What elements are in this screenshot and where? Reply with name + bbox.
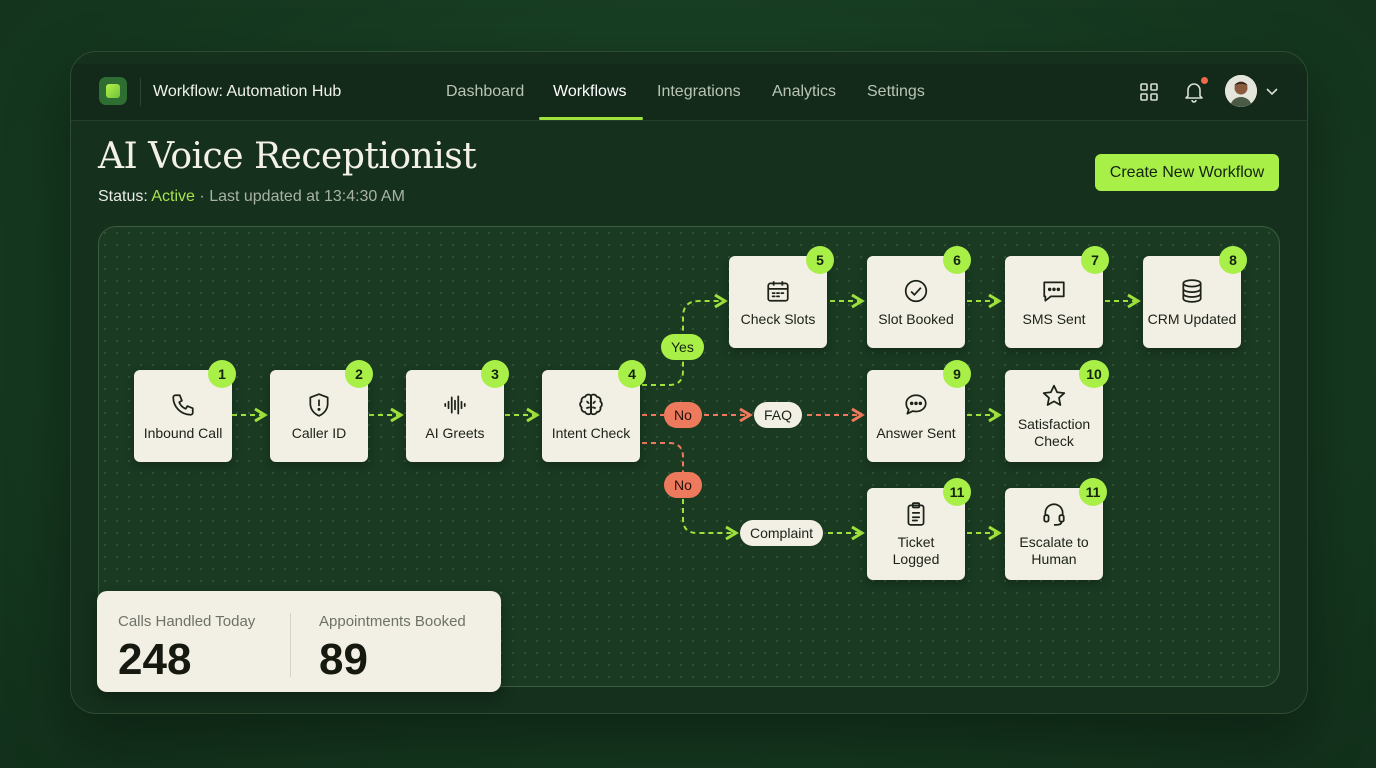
phone-icon	[170, 391, 196, 419]
nav-item-settings[interactable]: Settings	[867, 83, 925, 101]
edge-complaint-in	[682, 499, 739, 541]
appointments-booked-value: 89	[319, 635, 368, 684]
step-badge: 4	[618, 360, 646, 388]
app-logo[interactable]	[99, 77, 127, 105]
brain-icon	[577, 391, 605, 419]
step-badge: 8	[1219, 246, 1247, 274]
step-badge: 10	[1079, 360, 1109, 388]
step-badge: 2	[345, 360, 373, 388]
database-icon	[1179, 277, 1205, 305]
chevron-down-icon[interactable]	[1263, 83, 1281, 101]
step-badge: 3	[481, 360, 509, 388]
node-label: Intent Check	[551, 424, 631, 441]
node-label: Caller ID	[291, 424, 347, 441]
star-icon	[1041, 382, 1067, 410]
waveform-icon	[442, 391, 468, 419]
node-label: CRM Updated	[1147, 310, 1237, 327]
step-badge: 11	[943, 478, 971, 506]
active-tab-indicator	[539, 117, 643, 120]
clipboard-icon	[903, 500, 929, 528]
nav-item-dashboard[interactable]: Dashboard	[446, 83, 524, 101]
node-label: Satisfaction Check	[1017, 416, 1091, 449]
branch-yes-label[interactable]: Yes	[661, 334, 704, 360]
avatar[interactable]	[1225, 75, 1257, 107]
appointments-booked-label: Appointments Booked	[319, 613, 466, 630]
step-badge: 11	[1079, 478, 1107, 506]
notification-dot	[1201, 77, 1208, 84]
divider	[290, 613, 291, 677]
nav-item-integrations[interactable]: Integrations	[657, 83, 741, 101]
step-badge: 1	[208, 360, 236, 388]
step-badge: 6	[943, 246, 971, 274]
node-label: Ticket Logged	[892, 534, 940, 567]
edge-4-no-complaint	[642, 442, 684, 473]
stats-card: Calls Handled Today 248 Appointments Boo…	[97, 591, 501, 692]
top-navigation-bar: Workflow: Automation Hub Dashboard Workf…	[71, 64, 1307, 121]
branch-no-label[interactable]: No	[664, 472, 702, 498]
calendar-icon	[765, 277, 791, 305]
node-label: SMS Sent	[1022, 310, 1086, 327]
branch-faq-label[interactable]: FAQ	[754, 402, 803, 428]
logo-mark	[106, 84, 120, 98]
status-separator: ·	[199, 188, 205, 205]
status-line: Status: Active · Last updated at 13:4:30…	[98, 188, 405, 206]
divider	[140, 78, 141, 106]
node-label: Check Slots	[740, 310, 816, 327]
nav-item-analytics[interactable]: Analytics	[772, 83, 836, 101]
node-label: Escalate to Human	[1019, 534, 1089, 567]
create-new-workflow-button[interactable]: Create New Workflow	[1095, 154, 1279, 191]
grid-icon[interactable]	[1137, 80, 1161, 104]
step-badge: 5	[806, 246, 834, 274]
page-title: AI Voice Receptionist	[98, 136, 477, 177]
nav-item-workflows[interactable]: Workflows	[553, 83, 627, 101]
status-prefix: Status:	[98, 188, 148, 205]
calls-handled-value: 248	[118, 635, 192, 684]
step-badge: 9	[943, 360, 971, 388]
node-label: AI Greets	[425, 424, 485, 441]
branch-complaint-label[interactable]: Complaint	[740, 520, 824, 546]
node-label: Slot Booked	[878, 310, 954, 327]
shield-icon	[306, 391, 332, 419]
node-label: Inbound Call	[143, 424, 223, 441]
branch-no-label[interactable]: No	[664, 402, 702, 428]
calls-handled-label: Calls Handled Today	[118, 613, 256, 630]
step-badge: 7	[1081, 246, 1109, 274]
app-title: Workflow: Automation Hub	[153, 83, 342, 100]
chat-bubble-icon	[903, 391, 929, 419]
node-label: Answer Sent	[876, 424, 956, 441]
headset-icon	[1041, 500, 1067, 528]
check-circle-icon	[903, 277, 929, 305]
message-icon	[1041, 277, 1067, 305]
status-badge: Active	[151, 188, 195, 205]
last-updated: Last updated at 13:4:30 AM	[209, 188, 405, 205]
